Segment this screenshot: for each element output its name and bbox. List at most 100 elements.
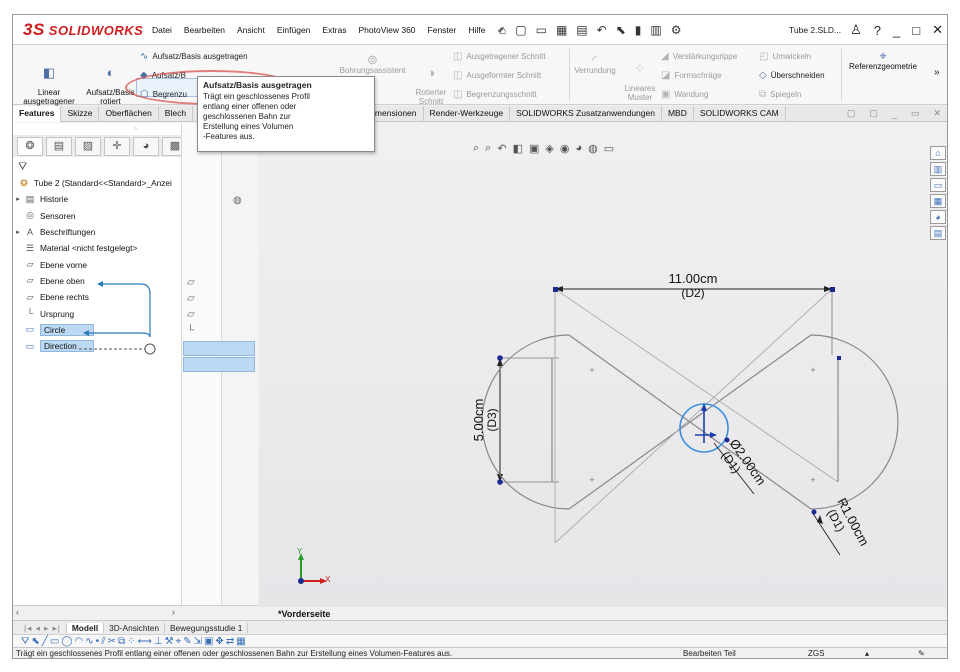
tree-root[interactable]: ❂ Tube 2 (Standard<<Standard>_Anzei <box>13 175 185 191</box>
doc-close-icon[interactable]: ✕ <box>933 108 941 119</box>
doc-minimize-icon[interactable]: _ <box>892 109 897 119</box>
menu-datei[interactable]: Datei <box>146 25 178 35</box>
scroll-right-icon[interactable]: › <box>172 607 175 617</box>
pattern-tool-icon[interactable]: ⁘ <box>127 636 137 647</box>
repair-tool-icon[interactable]: ⚒ <box>165 636 176 647</box>
edit-appearance-icon[interactable]: ◕ <box>575 142 586 155</box>
filter-icon[interactable]: ⛛ <box>18 161 27 174</box>
swept-cut-button[interactable]: ◫ Ausgetragener Schnitt <box>453 51 546 62</box>
user-icon[interactable]: ♙ <box>850 22 862 38</box>
spline-tool-icon[interactable]: ∿ <box>85 636 95 647</box>
dimxpert-tab-icon[interactable]: ✛ <box>104 136 130 156</box>
solidworks-resources-icon[interactable]: ⌂ <box>930 146 946 160</box>
endpoint-marker[interactable] <box>553 287 558 292</box>
endpoint-marker[interactable] <box>837 356 841 360</box>
trim-tool-icon[interactable]: ✂ <box>108 636 118 647</box>
tab-3d-ansichten[interactable]: 3D-Ansichten <box>104 622 165 633</box>
tab-blech[interactable]: Blech <box>159 106 194 122</box>
tab-modell[interactable]: Modell <box>66 622 105 633</box>
ribbon-expand-icon[interactable]: » <box>934 67 940 78</box>
open-file-icon[interactable]: ▭ <box>536 23 547 37</box>
menu-ansicht[interactable]: Ansicht <box>231 25 271 35</box>
menu-hilfe[interactable]: Hilfe <box>462 25 491 35</box>
zoom-area-icon[interactable]: ⌕ <box>485 142 495 155</box>
status-units[interactable]: ZGS <box>808 648 824 658</box>
relation-tool-icon[interactable]: ⊥ <box>154 636 165 647</box>
endpoint-marker[interactable] <box>830 287 835 292</box>
view-orientation-icon[interactable]: ▣ <box>529 142 543 155</box>
draft-button[interactable]: ◪ Formschräge <box>661 70 722 81</box>
panel-horizontal-scrollbar[interactable]: ‹ › <box>13 605 258 620</box>
hole-wizard-button[interactable]: ⊚ Bohrungsassistent <box>335 53 410 75</box>
display-manager-tab-icon[interactable]: ◕ <box>133 136 159 156</box>
move-entities-icon[interactable]: ✥ <box>215 636 225 647</box>
section-view-icon[interactable]: ◧ <box>513 142 527 155</box>
wrap-button[interactable]: ◰ Umwickeln <box>759 51 811 62</box>
menu-extras[interactable]: Extras <box>316 25 352 35</box>
arc-tool-icon[interactable]: ◠ <box>74 636 85 647</box>
menu-photoview[interactable]: PhotoView 360 <box>353 25 422 35</box>
tab-solidworks-cam[interactable]: SOLIDWORKS CAM <box>694 106 786 122</box>
rib-button[interactable]: ◢ Verstärkungsrippe <box>661 51 737 62</box>
reference-geometry-button[interactable]: ⌖ Referenzgeometrie <box>843 49 923 71</box>
status-units-dropdown-icon[interactable]: ▴ <box>865 648 869 658</box>
endpoint-marker[interactable] <box>497 355 503 361</box>
new-file-icon[interactable]: ▢ <box>515 23 526 37</box>
tree-item-direction[interactable]: ▭ Direction <box>13 338 185 354</box>
mirror-button[interactable]: ⧉ Spiegeln <box>759 89 801 100</box>
display-style-icon[interactable]: ◈ <box>545 142 557 155</box>
tab-mbd[interactable]: MBD <box>662 106 694 122</box>
rapid-sketch-icon[interactable]: ✎ <box>183 636 193 647</box>
hide-show-icon[interactable]: ◉ <box>560 142 574 155</box>
menu-bearbeiten[interactable]: Bearbeiten <box>178 25 231 35</box>
d2-value[interactable]: 11.00cm <box>669 271 718 286</box>
view-palette-icon[interactable]: ▦ <box>930 194 946 208</box>
tree-item-ursprung[interactable]: └ Ursprung <box>13 305 185 321</box>
graphics-viewport[interactable]: + + + + 11.00cm (D2) 5.00cm (D3) Ø2.00cm… <box>259 123 947 607</box>
tab-skizze[interactable]: Skizze <box>61 106 100 122</box>
endpoint-marker[interactable] <box>497 479 503 485</box>
circle-tool-icon[interactable]: ◯ <box>61 636 74 647</box>
scene-icon[interactable]: ◍ <box>588 142 602 155</box>
select-tool-icon[interactable]: ⬉ <box>31 636 41 647</box>
tree-item-beschriftungen[interactable]: ▸ A Beschriftungen <box>13 224 185 240</box>
design-library-icon[interactable]: ▥ <box>930 162 946 176</box>
view-settings-icon[interactable]: ▭ <box>604 142 618 155</box>
tree-item-sensoren[interactable]: ◎ Sensoren <box>13 208 185 224</box>
endpoint-marker[interactable] <box>811 509 817 515</box>
appearances-icon[interactable]: ◕ <box>930 210 946 224</box>
feature-manager-tab-icon[interactable]: ❂ <box>17 136 43 156</box>
zoom-to-fit-icon[interactable]: ⌕ <box>473 142 483 155</box>
line-tool-icon[interactable]: ╱ <box>42 636 50 647</box>
maximize-button[interactable]: □ <box>912 23 920 38</box>
minimize-button[interactable]: _ <box>893 23 900 38</box>
tree-item-ebene-vorne[interactable]: ▱ Ebene vorne <box>13 256 185 272</box>
fillet-button[interactable]: ◜ Verrundung <box>570 53 620 75</box>
sketch-picture-icon[interactable]: ▦ <box>236 636 247 647</box>
tab-render-werkzeuge[interactable]: Render-Werkzeuge <box>424 106 511 122</box>
previous-view-icon[interactable]: ↶ <box>497 142 510 155</box>
quick-snap-icon[interactable]: ⌖ <box>176 636 184 647</box>
menu-einfuegen[interactable]: Einfügen <box>271 25 317 35</box>
save-icon[interactable]: ▦ <box>556 23 567 37</box>
linear-pattern-button[interactable]: ⁘ Lineares Muster <box>621 55 659 102</box>
intersect-button[interactable]: ◇ Überschneiden <box>759 70 825 81</box>
expand-icon[interactable]: ▸ <box>13 228 23 236</box>
instant2d-icon[interactable]: ⇲ <box>194 636 204 647</box>
file-explorer-icon[interactable]: ▭ <box>930 178 946 192</box>
tree-item-material[interactable]: ☰ Material <nicht festgelegt> <box>13 240 185 256</box>
property-manager-tab-icon[interactable]: ▤ <box>46 136 72 156</box>
tree-item-ebene-oben[interactable]: ▱ Ebene oben <box>13 273 185 289</box>
print-icon[interactable]: ▤ <box>576 23 587 37</box>
tile-icon[interactable]: ▢ <box>847 108 856 119</box>
swept-boss-button[interactable]: ∿ Aufsatz/Basis ausgetragen <box>140 51 248 62</box>
tab-nav-arrows-icon[interactable]: |◂ ◂ ▸ ▸| <box>19 622 67 633</box>
shaded-sketch-icon[interactable]: ▣ <box>204 636 215 647</box>
mirror-tool-icon[interactable]: ⧉ <box>118 636 127 647</box>
configuration-manager-tab-icon[interactable]: ▨ <box>75 136 101 156</box>
file-properties-icon[interactable]: ▥ <box>650 23 661 37</box>
undo-icon[interactable]: ↶ <box>597 23 607 37</box>
options-gear-icon[interactable]: ⚙ <box>671 23 682 37</box>
boundary-cut-button[interactable]: ◫ Begrenzungsschnitt <box>453 89 537 100</box>
revolved-cut-button[interactable]: ◑ Rotierter Schnitt <box>411 59 451 106</box>
